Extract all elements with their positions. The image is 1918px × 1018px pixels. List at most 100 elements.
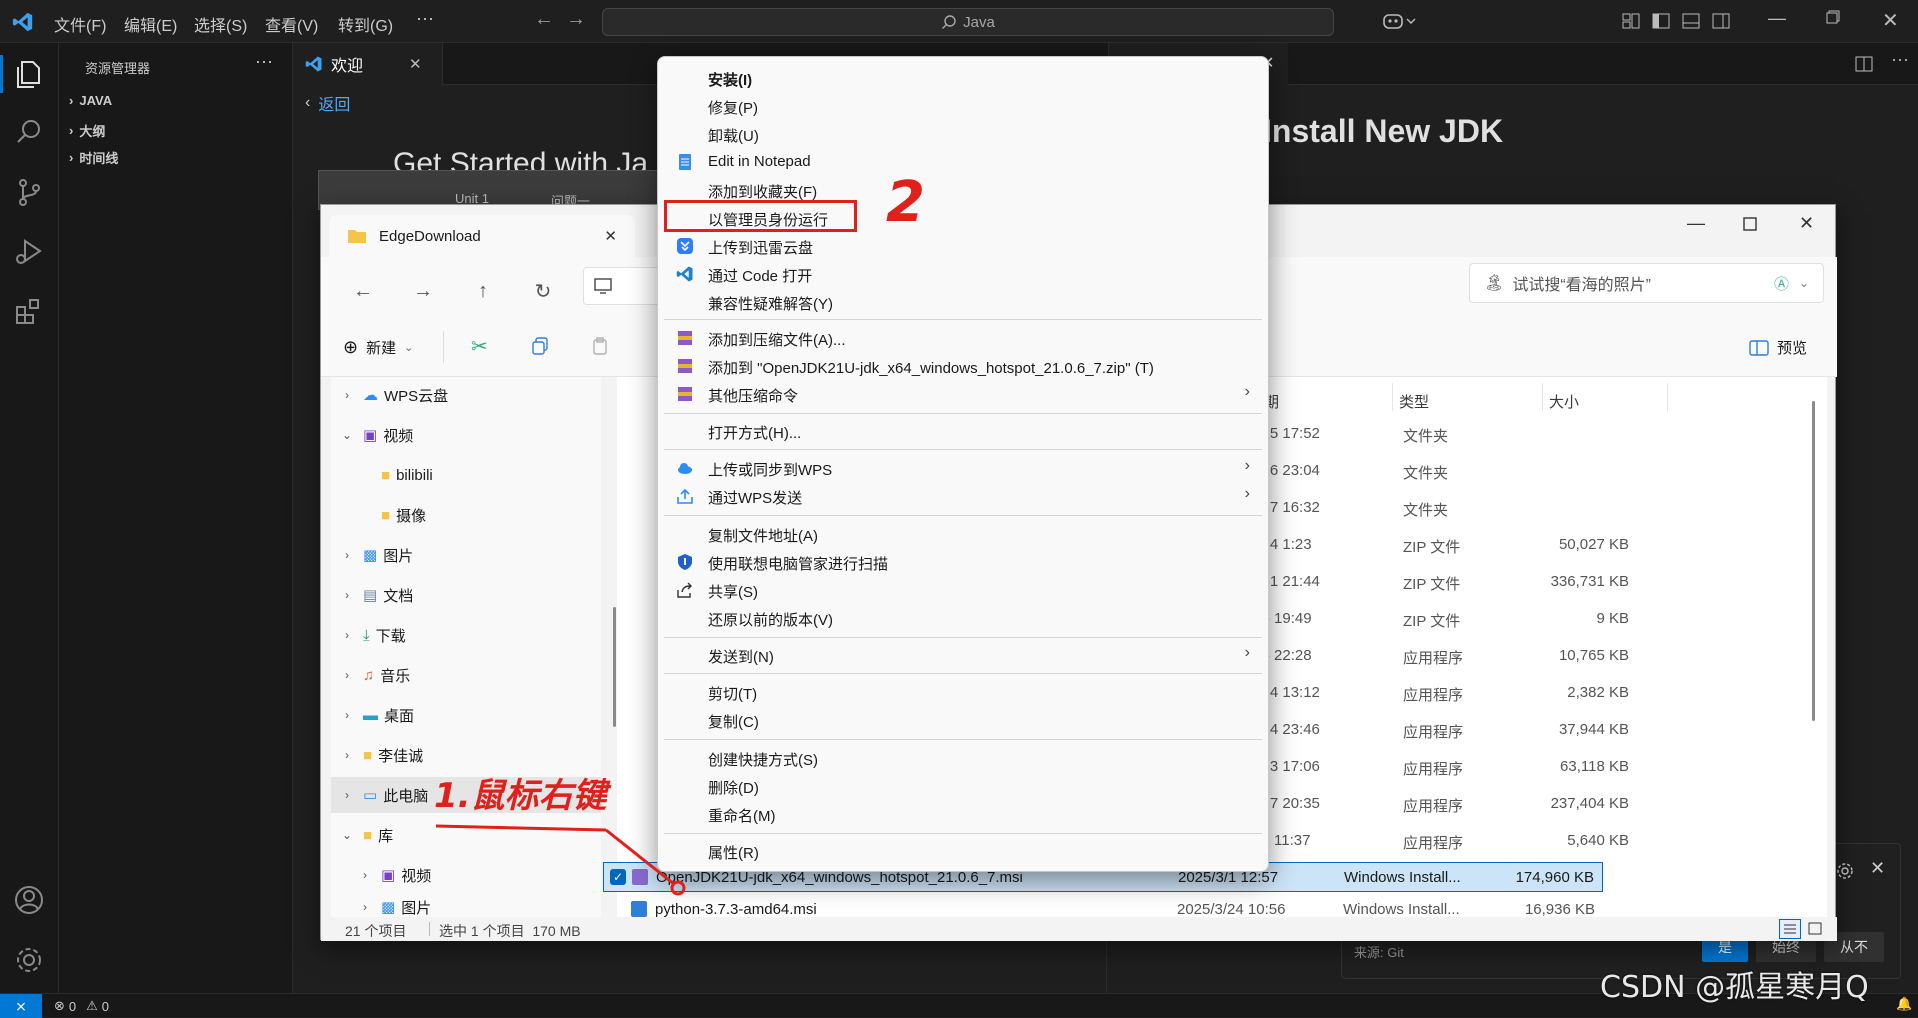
refresh-icon[interactable]: ↻ [525,273,561,309]
menu-item-properties[interactable]: 属性(R) [664,838,1262,864]
new-button[interactable]: ⊕ 新建 ⌄ [343,337,413,358]
minimize-icon[interactable]: — [1687,213,1705,234]
close-tab-icon[interactable]: ✕ [604,227,617,245]
menu-item-install[interactable]: 安装(I) [664,65,1262,91]
menu-item-wps-send[interactable]: 通过WPS发送 › [664,483,1262,509]
menu-item-send-to[interactable]: 发送到(N) › [664,642,1262,668]
menu-item-compatibility[interactable]: 兼容性疑难解答(Y) [664,289,1262,315]
explorer-icon[interactable] [12,57,46,91]
account-icon[interactable] [12,883,46,917]
column-size[interactable]: 大小 [1549,391,1579,412]
close-window-icon[interactable]: ✕ [1882,8,1899,33]
menu-item-delete[interactable]: 删除(D) [664,773,1262,799]
menu-item-open-with[interactable]: 打开方式(H)... [664,418,1262,444]
tiles-view-icon[interactable] [1807,921,1823,937]
toggle-secondary-sidebar-icon[interactable] [1712,12,1730,30]
menu-item-copy-path[interactable]: 复制文件地址(A) [664,521,1262,547]
toggle-sidebar-icon[interactable] [1652,12,1670,30]
search-box[interactable]: 🏝 试试搜“看海的照片” Ⓐ ⌄ [1469,263,1824,303]
nav-forward-icon[interactable]: → [566,8,586,31]
close-tab-icon[interactable]: ✕ [409,55,422,73]
arrow-right-icon[interactable]: → [405,273,441,309]
sidebar-more-icon[interactable]: ··· [255,51,273,72]
menu-item-add-to-zip[interactable]: 添加到 "OpenJDK21U-jdk_x64_windows_hotspot_… [664,353,1262,379]
table-row[interactable]: python-3.7.3-amd64.msi 2025/3/24 10:56 W… [603,895,1603,917]
menu-go[interactable]: 转到(G) [338,12,393,36]
tree-item-bilibili[interactable]: ■ bilibili [331,457,601,493]
editor-more-icon[interactable]: ··· [1891,49,1909,70]
address-bar[interactable] [583,267,663,305]
menu-item-upload-thunder[interactable]: 上传到迅雷云盘 [664,233,1262,259]
source-control-icon[interactable] [12,175,46,209]
notification-close-icon[interactable]: ✕ [1870,858,1885,879]
menu-item-uninstall[interactable]: 卸载(U) [664,121,1262,147]
settings-gear-icon[interactable] [12,943,46,977]
menu-item-cut[interactable]: 剪切(T) [664,679,1262,705]
tab-welcome[interactable]: 欢迎 ✕ [293,43,443,85]
arrow-up-icon[interactable]: ↑ [465,273,501,309]
list-scrollbar[interactable] [1812,401,1815,721]
close-window-icon[interactable]: ✕ [1799,213,1814,234]
menu-item-create-shortcut[interactable]: 创建快捷方式(S) [664,745,1262,771]
preview-button[interactable]: 预览 [1749,337,1807,358]
folder-icon: ■ [363,826,373,844]
problems-indicator[interactable]: ⊗ 0 ⚠ 0 [54,998,109,1014]
tree-item-desktop[interactable]: › ▬ 桌面 [331,697,601,733]
menu-item-share[interactable]: 共享(S) [664,577,1262,603]
extensions-icon[interactable] [12,295,46,329]
copilot-icon[interactable] [1382,10,1418,32]
maximize-icon[interactable] [1743,217,1757,231]
menu-selection[interactable]: 选择(S) [194,12,247,36]
copy-icon[interactable] [531,337,549,355]
nav-back-icon[interactable]: ← [534,8,554,31]
details-view-icon[interactable] [1779,919,1801,939]
notification-gear-icon[interactable] [1836,862,1854,880]
menu-item-repair[interactable]: 修复(P) [664,93,1262,119]
tree-item-documents[interactable]: › ▤ 文档 [331,577,601,613]
sidebar-section-outline[interactable]: › 大纲 [69,121,105,140]
tree-item-wps-cloud[interactable]: › ☁ WPS云盘 [331,377,601,413]
cut-icon[interactable]: ✂ [471,334,488,359]
paste-icon[interactable] [591,337,609,355]
sidebar-section-java[interactable]: › JAVA [69,93,112,108]
menu-edit[interactable]: 编辑(E) [124,12,177,36]
remote-indicator-icon[interactable]: ⨯ [0,994,42,1018]
arrow-left-icon[interactable]: ← [345,273,381,309]
tree-item-downloads[interactable]: › ⤓ 下载 [331,617,601,653]
split-editor-icon[interactable] [1855,55,1873,73]
active-indicator [0,55,3,93]
ai-search-icon[interactable]: Ⓐ [1774,273,1789,294]
menu-item-open-with-code[interactable]: 通过 Code 打开 [664,261,1262,287]
menu-item-wps-sync[interactable]: 上传或同步到WPS › [664,455,1262,481]
layout-customize-icon[interactable] [1622,12,1640,30]
restore-icon[interactable] [1826,10,1840,24]
menu-view[interactable]: 查看(V) [265,12,318,36]
tree-item-library-pictures[interactable]: › ▩ 图片 [331,897,601,917]
explorer-tab[interactable]: EdgeDownload ✕ [329,215,635,257]
tree-item-pictures[interactable]: › ▩ 图片 [331,537,601,573]
search-activity-icon[interactable] [12,115,46,149]
command-center-search[interactable]: Java [602,8,1334,36]
tree-item-music[interactable]: › ♫ 音乐 [331,657,601,693]
menu-item-rename[interactable]: 重命名(M) [664,801,1262,827]
sidebar-section-timeline[interactable]: › 时间线 [69,148,118,167]
tree-item-videos[interactable]: ⌄ ▣ 视频 [331,417,601,453]
chevron-down-icon[interactable]: ⌄ [1799,276,1809,290]
menu-item-add-archive[interactable]: 添加到压缩文件(A)... [664,325,1262,351]
menu-item-edit-notepad[interactable]: Edit in Notepad [664,149,1262,175]
column-type[interactable]: 类型 [1399,391,1429,412]
tree-scrollbar[interactable] [613,607,616,727]
notifications-bell-icon[interactable]: 🔔 [1896,996,1912,1012]
menu-more[interactable]: ··· [416,8,434,29]
menu-file[interactable]: 文件(F) [54,12,106,36]
menu-item-restore-versions[interactable]: 还原以前的版本(V) [664,605,1262,631]
minimize-icon[interactable]: — [1768,8,1786,29]
menu-item-copy[interactable]: 复制(C) [664,707,1262,733]
run-debug-icon[interactable] [12,235,46,269]
menu-item-lenovo-scan[interactable]: 使用联想电脑管家进行扫描 [664,549,1262,575]
notepad-icon [679,154,691,170]
back-link[interactable]: ‹ 返回 [305,91,350,115]
tree-item-camera[interactable]: ■ 摄像 [331,497,601,533]
toggle-panel-icon[interactable] [1682,12,1700,30]
menu-item-other-compress[interactable]: 其他压缩命令 › [664,381,1262,407]
